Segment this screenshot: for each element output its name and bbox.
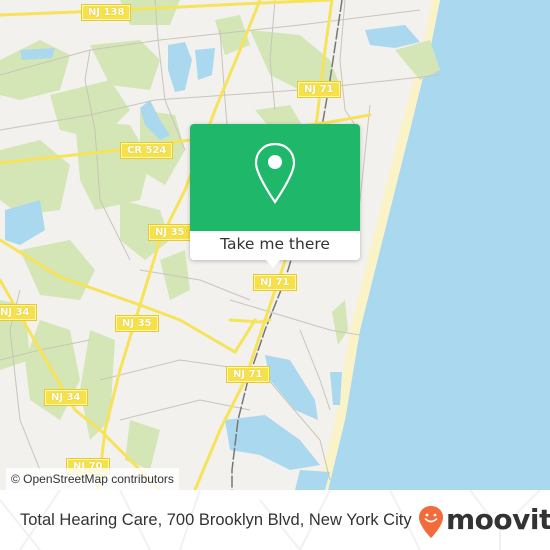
road-label-nj35-upper: NJ 35: [148, 224, 192, 241]
map-attribution[interactable]: © OpenStreetMap contributors: [6, 468, 179, 490]
ocean: [328, 0, 550, 490]
location-caption: Total Hearing Care, 700 Brooklyn Blvd, N…: [20, 511, 412, 529]
footer: Total Hearing Care, 700 Brooklyn Blvd, N…: [0, 490, 550, 550]
road-label-nj138: NJ 138: [80, 4, 132, 21]
moovit-logo[interactable]: moovit: [418, 502, 550, 542]
road-label-nj71-center: NJ 71: [253, 274, 297, 291]
moovit-smiley-pin-icon: [419, 506, 443, 538]
popup-pointer: [265, 259, 281, 268]
road-label-nj34-left: NJ 34: [0, 304, 37, 321]
road-label-nj34-lower: NJ 34: [44, 389, 88, 406]
road-label-nj35-lower: NJ 35: [115, 315, 159, 332]
location-popup[interactable]: Take me there: [190, 124, 360, 268]
road-label-nj71-south: NJ 71: [226, 366, 270, 383]
map-pin-icon: [254, 142, 296, 204]
popup-header: [190, 124, 360, 231]
road-label-nj71-north: NJ 71: [297, 81, 341, 98]
map[interactable]: NJ 138 NJ 71 CR 524 NJ 35 NJ 35 NJ 34 NJ…: [0, 0, 550, 490]
moovit-wordmark: moovit: [446, 503, 550, 536]
road-label-cr524: CR 524: [119, 142, 174, 159]
take-me-there-button[interactable]: Take me there: [190, 231, 360, 260]
